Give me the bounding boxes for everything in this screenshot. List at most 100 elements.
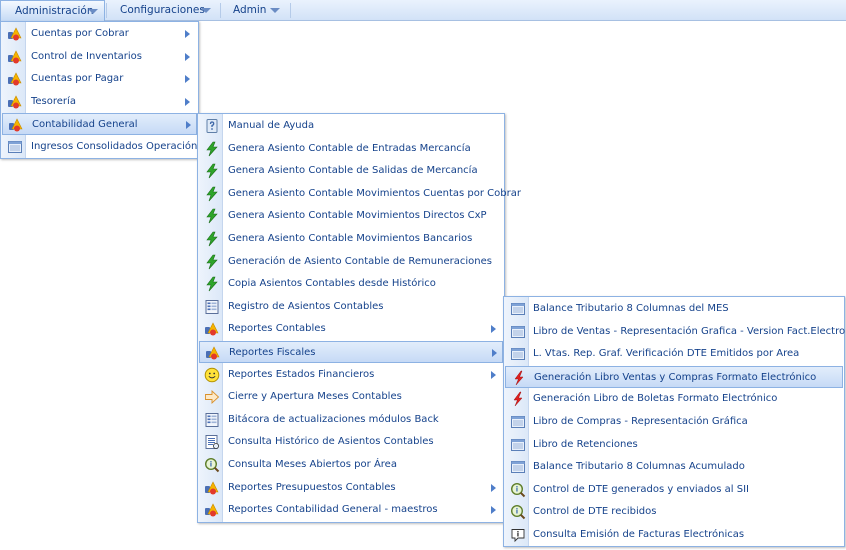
bag-icon: [205, 345, 221, 361]
svg-text:i: i: [517, 531, 519, 539]
fiscales-menu-item[interactable]: Generación Libro de Boletas Formato Elec…: [505, 388, 843, 410]
fiscales-menu-item-label: Libro de Retenciones: [533, 438, 638, 450]
green-bolt-icon: [204, 254, 220, 270]
top-menubar: Administración Configuraciones Admin: [0, 0, 846, 21]
contabilidad-menu-item-label: Registro de Asientos Contables: [228, 300, 384, 312]
fiscales-menu-item-label: L. Vtas. Rep. Graf. Verificación DTE Emi…: [533, 348, 800, 360]
menubar-admin-label: Admin: [233, 4, 267, 16]
contabilidad-menu-item[interactable]: Cierre y Apertura Meses Contables: [199, 386, 503, 408]
green-bolt-icon: [204, 141, 220, 157]
chevron-right-icon: [185, 52, 190, 61]
contabilidad-menu-item[interactable]: Genera Asiento Contable de Entradas Merc…: [199, 138, 503, 160]
smiley-icon: [204, 367, 220, 383]
chevron-down-icon: [270, 8, 280, 13]
fiscales-menu-item[interactable]: Generación Libro Ventas y Compras Format…: [505, 365, 843, 388]
magnifier-icon: i: [204, 457, 220, 473]
fiscales-menu-item[interactable]: Libro de Compras - Representación Gráfic…: [505, 411, 843, 433]
contabilidad-general-submenu: Manual de Ayuda Genera Asiento Contable d…: [197, 113, 521, 523]
fiscales-menu-item-label: Balance Tributario 8 Columnas del MES: [533, 303, 729, 314]
contabilidad-menu-item-label: Consulta Histórico de Asientos Contables: [228, 436, 434, 448]
contabilidad-menu-item[interactable]: Copia Asientos Contables desde Histórico: [199, 273, 503, 295]
contabilidad-menu-item[interactable]: Reportes Estados Financieros: [199, 364, 503, 386]
contabilidad-menu-item-label: Manual de Ayuda: [228, 120, 315, 131]
admin-menu-item[interactable]: Ingresos Consolidados Operación: [2, 136, 197, 158]
fiscales-menu-item-label: Balance Tributario 8 Columnas Acumulado: [533, 461, 745, 473]
help-document-icon: [204, 118, 220, 134]
window-icon: [510, 459, 526, 475]
chevron-right-icon: [492, 349, 497, 357]
contabilidad-menu-item[interactable]: Consulta Histórico de Asientos Contables: [199, 431, 503, 453]
magnifier-icon: i: [510, 504, 526, 520]
fiscales-menu-item[interactable]: i Consulta Emisión de Facturas Electrónic…: [505, 524, 843, 546]
chevron-right-icon: [491, 483, 496, 492]
contabilidad-menu-item-label: Genera Asiento Contable Movimientos Dire…: [228, 210, 487, 222]
fiscales-menu-item[interactable]: L. Vtas. Rep. Graf. Verificación DTE Emi…: [505, 343, 843, 365]
bag-icon: [7, 71, 23, 87]
menubar-administracion[interactable]: Administración: [0, 0, 105, 21]
contabilidad-menu-item[interactable]: Genera Asiento Contable Movimientos Cuen…: [199, 183, 521, 205]
contabilidad-menu-item-label: Genera Asiento Contable de Salidas de Me…: [228, 165, 478, 177]
chevron-right-icon: [185, 97, 190, 106]
chevron-right-icon: [186, 121, 191, 130]
admin-menu-item-label: Control de Inventarios: [31, 50, 142, 62]
arrow-right-icon: [204, 389, 220, 405]
bag-icon: [8, 117, 24, 133]
fiscales-menu-item-label: Control de DTE generados y enviados al S…: [533, 483, 749, 495]
contabilidad-menu-item-label: Reportes Contabilidad General - maestros: [228, 504, 438, 516]
contabilidad-menu-item-label: Genera Asiento Contable de Entradas Merc…: [228, 142, 471, 154]
fiscales-menu-item[interactable]: Libro de Ventas - Representación Grafica…: [505, 321, 846, 343]
admin-menu-item[interactable]: Cuentas por Pagar: [2, 68, 197, 90]
contabilidad-menu-item-label: Bitácora de actualizaciones módulos Back: [228, 413, 439, 425]
menubar-admin[interactable]: Admin: [221, 0, 289, 21]
admin-menu-item[interactable]: Tesorería: [2, 91, 197, 113]
fiscales-menu-item[interactable]: Balance Tributario 8 Columnas Acumulado: [505, 456, 843, 478]
contabilidad-menu-item-label: Reportes Presupuestos Contables: [228, 481, 396, 493]
contabilidad-menu-item[interactable]: Reportes Contabilidad General - maestros: [199, 499, 503, 521]
green-bolt-icon: [204, 276, 220, 292]
form-icon: [204, 299, 220, 315]
contabilidad-menu-item[interactable]: Genera Asiento Contable Movimientos Banc…: [199, 228, 503, 250]
fiscales-menu-item[interactable]: Libro de Retenciones: [505, 434, 843, 456]
bag-icon: [7, 26, 23, 42]
fiscales-menu-item[interactable]: i Control de DTE generados y enviados al …: [505, 479, 843, 501]
bag-icon: [7, 94, 23, 110]
administracion-dropdown-menu: Cuentas por Cobrar Control de Inventarios…: [0, 21, 199, 159]
red-bolt-icon: [510, 391, 526, 407]
svg-text:i: i: [210, 461, 212, 469]
admin-menu-item-label: Cuentas por Pagar: [31, 73, 124, 85]
fiscales-menu-item-label: Libro de Compras - Representación Gráfic…: [533, 416, 748, 427]
contabilidad-menu-item[interactable]: Reportes Presupuestos Contables: [199, 477, 503, 499]
menubar-divider: [290, 3, 291, 18]
contabilidad-menu-item[interactable]: Manual de Ayuda: [199, 115, 503, 137]
admin-menu-item-label: Tesorería: [31, 95, 76, 107]
admin-menu-item[interactable]: Control de Inventarios: [2, 46, 197, 68]
contabilidad-menu-item[interactable]: Reportes Contables: [199, 318, 503, 340]
window-icon: [510, 346, 526, 362]
fiscales-menu-item-label: Generación Libro Ventas y Compras Format…: [534, 371, 817, 383]
fiscales-menu-item[interactable]: Balance Tributario 8 Columnas del MES: [505, 298, 843, 320]
bag-icon: [204, 321, 220, 337]
contabilidad-menu-item[interactable]: Genera Asiento Contable de Salidas de Me…: [199, 160, 503, 182]
contabilidad-menu-item[interactable]: Reportes Fiscales: [199, 341, 503, 363]
contabilidad-menu-item[interactable]: Genera Asiento Contable Movimientos Dire…: [199, 205, 503, 227]
contabilidad-menu-item[interactable]: Generación de Asiento Contable de Remune…: [199, 251, 503, 273]
contabilidad-menu-item[interactable]: i Consulta Meses Abiertos por Área: [199, 454, 503, 476]
admin-menu-item[interactable]: Contabilidad General: [2, 113, 197, 136]
reportes-fiscales-submenu: Balance Tributario 8 Columnas del MES Lib…: [503, 296, 846, 547]
contabilidad-menu-item-label: Cierre y Apertura Meses Contables: [228, 391, 402, 403]
magnifier-icon: i: [510, 482, 526, 498]
chevron-down-icon: [201, 8, 211, 13]
menubar-configuraciones[interactable]: Configuraciones: [107, 0, 218, 21]
chevron-right-icon: [185, 30, 190, 38]
contabilidad-menu-item-label: Reportes Contables: [228, 323, 326, 335]
window-icon: [510, 324, 526, 340]
fiscales-menu-item[interactable]: i Control de DTE recibidos: [505, 501, 843, 523]
chevron-right-icon: [185, 75, 190, 84]
contabilidad-menu-item[interactable]: Bitácora de actualizaciones módulos Back: [199, 409, 503, 431]
green-bolt-icon: [204, 231, 220, 247]
admin-menu-item[interactable]: Cuentas por Cobrar: [2, 23, 197, 45]
contabilidad-menu-item[interactable]: Registro de Asientos Contables: [199, 296, 503, 318]
contabilidad-menu-item-label: Genera Asiento Contable Movimientos Banc…: [228, 233, 473, 244]
green-bolt-icon: [204, 163, 220, 179]
red-bolt-icon: [511, 370, 527, 386]
